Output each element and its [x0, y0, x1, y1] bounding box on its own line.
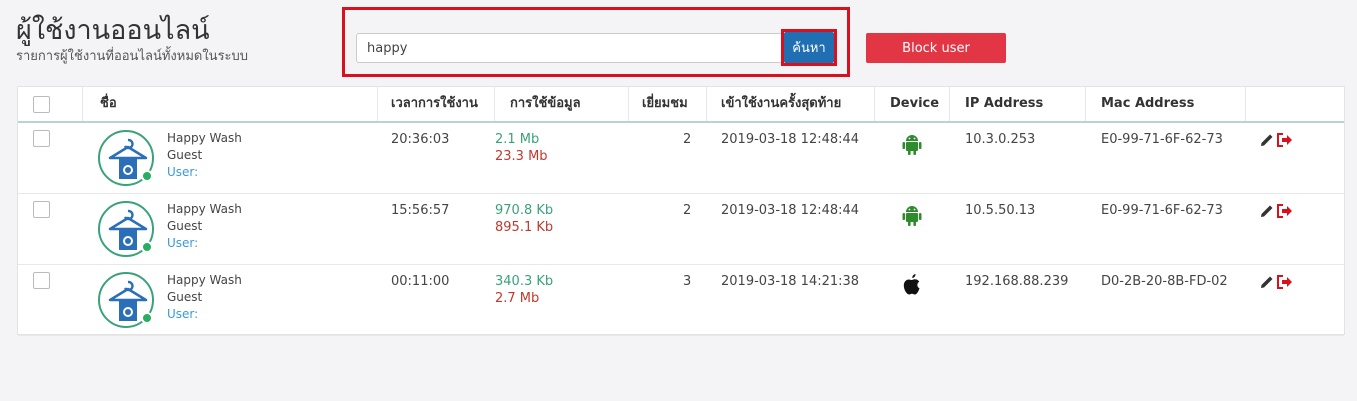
ip-address: 10.5.50.13	[965, 203, 1036, 218]
apple-icon	[903, 274, 920, 295]
data-download: 340.3 Kb	[495, 274, 554, 289]
visits-count: 2	[683, 203, 692, 218]
last-login: 2019-03-18 12:48:44	[721, 203, 860, 218]
ip-address: 192.168.88.239	[965, 274, 1069, 289]
column-divider	[377, 87, 378, 121]
column-divider	[706, 87, 707, 121]
col-name[interactable]: ชื่อ	[100, 87, 117, 121]
table-header: ชื่อ เวลาการใช้งาน การใช้ข้อมูล เยี่ยมชม…	[18, 87, 1344, 123]
col-device[interactable]: Device	[890, 87, 939, 121]
row-checkbox[interactable]	[33, 201, 50, 218]
visits-count: 3	[683, 274, 692, 289]
row-checkbox[interactable]	[33, 272, 50, 289]
user-label: User:	[167, 165, 199, 179]
column-divider	[874, 87, 875, 121]
edit-pencil-icon[interactable]	[1260, 275, 1274, 289]
usage-time: 00:11:00	[391, 274, 450, 289]
last-login: 2019-03-18 12:48:44	[721, 132, 860, 147]
user-name[interactable]: Happy Wash	[167, 202, 242, 216]
logout-icon[interactable]	[1277, 275, 1293, 289]
column-divider	[1085, 87, 1086, 121]
select-all-checkbox[interactable]	[33, 96, 50, 113]
logout-icon[interactable]	[1277, 204, 1293, 218]
user-name[interactable]: Happy Wash	[167, 131, 242, 145]
android-icon	[902, 206, 922, 226]
row-checkbox[interactable]	[33, 130, 50, 147]
table-row: Happy Wash Guest User: 20:36:03 2.1 Mb 2…	[18, 123, 1344, 194]
user-type: Guest	[167, 290, 203, 304]
users-table: ชื่อ เวลาการใช้งาน การใช้ข้อมูล เยี่ยมชม…	[17, 86, 1345, 336]
page-title: ผู้ใช้งานออนไลน์	[16, 15, 210, 46]
col-data-usage[interactable]: การใช้ข้อมูล	[510, 87, 581, 121]
usage-time: 20:36:03	[391, 132, 450, 147]
online-status-dot	[141, 170, 153, 182]
online-status-dot	[141, 312, 153, 324]
edit-pencil-icon[interactable]	[1260, 133, 1274, 147]
column-divider	[628, 87, 629, 121]
edit-pencil-icon[interactable]	[1260, 204, 1274, 218]
search-input[interactable]	[356, 33, 784, 63]
data-upload: 895.1 Kb	[495, 220, 554, 235]
search-button[interactable]: ค้นหา	[784, 32, 834, 63]
column-divider	[1245, 87, 1246, 121]
last-login: 2019-03-18 14:21:38	[721, 274, 860, 289]
column-divider	[494, 87, 495, 121]
online-status-dot	[141, 241, 153, 253]
page-subtitle: รายการผู้ใช้งานที่ออนไลน์ทั้งหมดในระบบ	[16, 49, 249, 64]
user-name[interactable]: Happy Wash	[167, 273, 242, 287]
mac-address: D0-2B-20-8B-FD-02	[1101, 274, 1228, 289]
mac-address: E0-99-71-6F-62-73	[1101, 132, 1223, 147]
user-type: Guest	[167, 148, 203, 162]
user-label: User:	[167, 307, 199, 321]
user-label: User:	[167, 236, 199, 250]
data-download: 970.8 Kb	[495, 203, 554, 218]
block-user-button[interactable]: Block user	[866, 33, 1006, 63]
table-row: Happy Wash Guest User: 00:11:00 340.3 Kb…	[18, 265, 1344, 336]
android-icon	[902, 135, 922, 155]
col-ip-address[interactable]: IP Address	[965, 87, 1043, 121]
col-last-login[interactable]: เข้าใช้งานครั้งสุดท้าย	[721, 87, 841, 121]
col-mac-address[interactable]: Mac Address	[1101, 87, 1194, 121]
column-divider	[82, 87, 83, 121]
usage-time: 15:56:57	[391, 203, 450, 218]
user-type: Guest	[167, 219, 203, 233]
col-visits[interactable]: เยี่ยมชม	[642, 87, 688, 121]
column-divider	[949, 87, 950, 121]
col-usage-time[interactable]: เวลาการใช้งาน	[391, 87, 478, 121]
table-row: Happy Wash Guest User: 15:56:57 970.8 Kb…	[18, 194, 1344, 265]
data-download: 2.1 Mb	[495, 132, 540, 147]
visits-count: 2	[683, 132, 692, 147]
ip-address: 10.3.0.253	[965, 132, 1036, 147]
data-upload: 2.7 Mb	[495, 291, 540, 306]
data-upload: 23.3 Mb	[495, 149, 548, 164]
mac-address: E0-99-71-6F-62-73	[1101, 203, 1223, 218]
logout-icon[interactable]	[1277, 133, 1293, 147]
